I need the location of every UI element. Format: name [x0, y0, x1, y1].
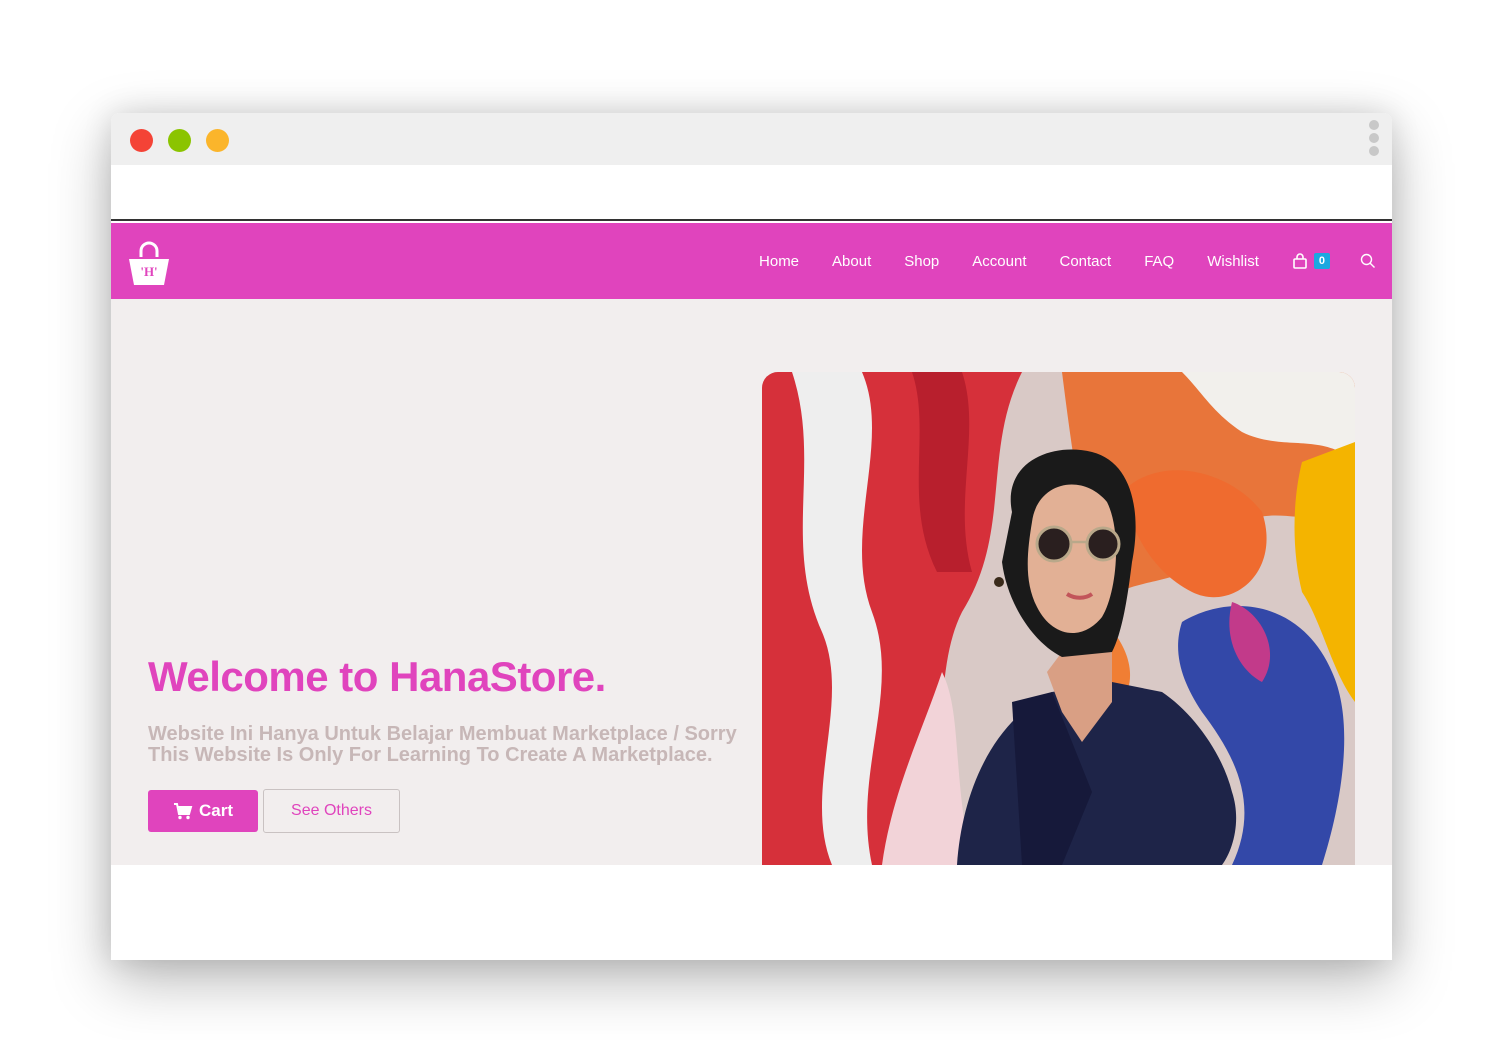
- navbar: 'H' Home About Shop Account Contact FAQ …: [111, 223, 1392, 299]
- see-others-button[interactable]: See Others: [263, 789, 400, 833]
- nav-links: Home About Shop Account Contact FAQ Wish…: [759, 223, 1392, 299]
- cart-button-label: Cart: [198, 801, 233, 820]
- maximize-window-button[interactable]: [206, 129, 229, 152]
- cart-button[interactable]: Cart: [148, 790, 258, 832]
- nav-about[interactable]: About: [832, 253, 871, 270]
- nav-shop[interactable]: Shop: [904, 253, 939, 270]
- kebab-menu-icon[interactable]: [1368, 120, 1380, 158]
- nav-account[interactable]: Account: [972, 253, 1026, 270]
- minimize-window-button[interactable]: [168, 129, 191, 152]
- cart-icon: [173, 803, 193, 820]
- nav-cart[interactable]: 0: [1292, 253, 1330, 269]
- cart-count-badge: 0: [1313, 253, 1330, 269]
- logo-text: 'H': [140, 264, 157, 279]
- bag-icon: [1293, 253, 1307, 269]
- nav-wishlist[interactable]: Wishlist: [1207, 253, 1259, 270]
- browser-window: 'H' Home About Shop Account Contact FAQ …: [111, 113, 1392, 960]
- nav-home[interactable]: Home: [759, 253, 799, 270]
- hero-section: Welcome to HanaStore. Website Ini Hanya …: [111, 299, 1392, 865]
- hero-title: Welcome to HanaStore.: [148, 653, 606, 700]
- site-logo[interactable]: 'H': [127, 239, 171, 287]
- window-titlebar: [111, 113, 1392, 165]
- below-fold: [111, 865, 1392, 960]
- nav-faq[interactable]: FAQ: [1144, 253, 1174, 270]
- hero-subtitle: Website Ini Hanya Untuk Belajar Membuat …: [148, 723, 737, 766]
- close-window-button[interactable]: [130, 129, 153, 152]
- hero-image: [762, 372, 1355, 865]
- nav-contact[interactable]: Contact: [1059, 253, 1111, 270]
- search-icon[interactable]: [1360, 253, 1376, 269]
- shopping-bag-icon: 'H': [129, 241, 169, 285]
- hero-photo: [762, 372, 1355, 865]
- top-strip: [111, 165, 1392, 221]
